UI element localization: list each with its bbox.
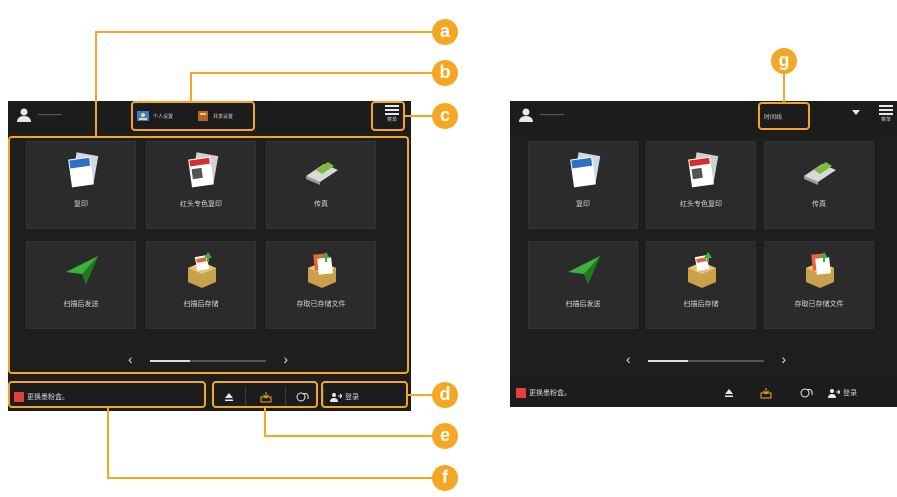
menu-label: 菜单 (880, 117, 891, 123)
tile-label: 存取已存储文件 (794, 301, 844, 308)
callout-frame-e (212, 381, 318, 408)
callout-frame-d (321, 381, 408, 408)
tile-label: 复印 (576, 201, 590, 208)
status-message-area[interactable]: 更换墨粉盒。 (516, 379, 571, 407)
callout-line (95, 31, 432, 33)
page-prev-button[interactable]: ‹ (626, 351, 631, 367)
status-monitor-icon (760, 388, 772, 399)
callout-badge-a: a (432, 19, 458, 45)
callout-badge-c: c (432, 103, 458, 129)
right-device-screen: ——— 时间线 菜单 复印 红头专色复印 传真 扫描后发送 扫描后存储 存取已存… (510, 101, 897, 407)
menu-icon[interactable]: 菜单 (879, 105, 893, 127)
callout-line (405, 115, 432, 117)
callout-badge-f: f (432, 465, 458, 491)
letterhead-copy-icon (688, 152, 719, 188)
user-icon[interactable] (16, 107, 32, 123)
toner-error-icon (516, 388, 526, 398)
callout-frame-a (8, 136, 409, 374)
scan-and-store-icon (688, 252, 716, 288)
chevron-down-icon[interactable] (852, 110, 860, 115)
tile-label: 传真 (812, 201, 826, 208)
tile-letterhead-copy[interactable]: 红头专色复印 (646, 141, 756, 229)
tile-copy[interactable]: 复印 (528, 141, 638, 229)
access-stored-files-icon (806, 252, 834, 288)
user-name: ——— (540, 110, 564, 119)
callout-frame-c (371, 101, 405, 131)
callout-line (408, 394, 432, 396)
tile-scan-and-send[interactable]: 扫描后发送 (528, 241, 638, 329)
right-bottom-bar: 更换墨粉盒。 登录 (510, 379, 897, 407)
callout-line (264, 408, 266, 436)
login-label: 登录 (843, 390, 857, 397)
tile-label: 扫描后存储 (683, 301, 719, 308)
copy-icon (570, 152, 601, 188)
callout-frame-f (8, 381, 206, 408)
user-name: ——— (38, 110, 62, 119)
eject-icon (725, 389, 733, 397)
page-progress-bar (648, 360, 764, 362)
tile-fax[interactable]: 传真 (764, 141, 874, 229)
callout-badge-g: g (771, 48, 797, 74)
eject-button[interactable] (724, 379, 734, 407)
callout-line (107, 408, 109, 478)
callout-line (264, 435, 432, 437)
callout-badge-b: b (432, 60, 458, 86)
callout-frame-g (758, 102, 810, 130)
callout-line (190, 72, 432, 74)
tile-label: 红头专色复印 (680, 201, 722, 208)
callout-line (783, 72, 785, 102)
energy-saver-button[interactable] (800, 379, 814, 407)
energy-saver-icon (800, 388, 813, 398)
scan-and-send-icon (568, 256, 600, 284)
login-button[interactable]: 登录 (828, 379, 857, 407)
callout-badge-e: e (432, 423, 458, 449)
tile-access-stored-files[interactable]: 存取已存储文件 (764, 241, 874, 329)
page-next-button[interactable]: › (781, 351, 786, 367)
callout-line (107, 477, 432, 479)
user-icon[interactable] (518, 107, 534, 123)
tile-scan-and-store[interactable]: 扫描后存储 (646, 241, 756, 329)
status-message: 更换墨粉盒。 (529, 390, 571, 397)
fax-icon (804, 162, 836, 185)
callout-badge-d: d (432, 382, 458, 408)
callout-frame-b (131, 101, 255, 131)
callout-line (190, 72, 192, 101)
page-indicator: ‹ › (626, 351, 786, 371)
right-top-bar: ——— 时间线 菜单 (510, 101, 897, 131)
login-user-icon (828, 389, 840, 398)
callout-line (95, 31, 97, 136)
tile-label: 扫描后发送 (565, 301, 601, 308)
status-monitor-button[interactable] (760, 379, 772, 407)
